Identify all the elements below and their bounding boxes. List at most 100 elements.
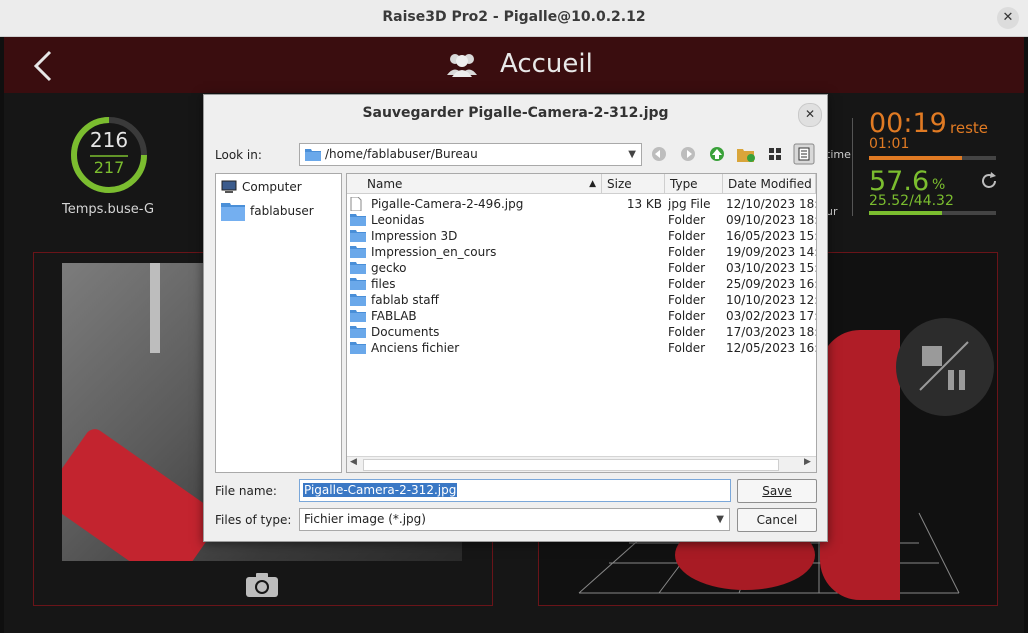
chevron-down-icon: ▼ [716, 514, 724, 525]
place-home-label: fablabuser [250, 204, 314, 218]
new-folder-icon[interactable] [735, 143, 757, 165]
refresh-icon[interactable] [980, 172, 998, 190]
place-home[interactable]: fablabuser [216, 200, 341, 222]
save-button-label: Save [762, 484, 792, 498]
divider [852, 118, 853, 216]
cancel-button[interactable]: Cancel [737, 508, 817, 532]
column-size[interactable]: Size [602, 174, 665, 194]
file-type-cell: Folder [668, 229, 706, 243]
file-row[interactable]: Impression_en_cours Folder 19/09/2023 14: [347, 244, 816, 260]
file-row[interactable]: Anciens fichier Folder 12/05/2023 16: [347, 340, 816, 356]
remaining-label: reste [950, 119, 988, 137]
print-progress-bar [869, 211, 996, 215]
column-name-label: Name [367, 177, 403, 191]
detail-view-icon[interactable] [793, 143, 815, 165]
save-dialog: Sauvegarder Pigalle-Camera-2-312.jpg ✕ L… [203, 94, 828, 542]
parent-directory-icon[interactable] [706, 143, 728, 165]
time-progress-bar [869, 156, 996, 160]
file-type-cell: Folder [668, 245, 706, 259]
folder-icon [305, 149, 321, 161]
file-list: Name ▲ Size Type Date Modified Pigalle-C… [346, 173, 817, 473]
file-name-label: File name: [215, 484, 277, 498]
files-of-type-value: Fichier image (*.jpg) [304, 512, 426, 526]
dialog-close-button[interactable]: ✕ [798, 103, 822, 127]
column-date[interactable]: Date Modified [723, 174, 816, 194]
file-date-cell: 09/10/2023 18: [726, 213, 816, 227]
file-row[interactable]: Leonidas Folder 09/10/2023 18: [347, 212, 816, 228]
places-sidebar: Computer fablabuser [215, 173, 342, 473]
model-preview-shape [820, 330, 900, 600]
file-name-cell: Impression_en_cours [371, 245, 497, 259]
column-name[interactable]: Name ▲ [347, 174, 602, 194]
look-in-path: /home/fablabuser/Bureau [325, 147, 478, 161]
file-date-cell: 03/10/2023 15: [726, 261, 816, 275]
computer-icon [221, 180, 237, 193]
horizontal-scrollbar[interactable]: ◀ ▶ [347, 456, 816, 472]
back-arrow-icon[interactable] [30, 49, 60, 83]
file-name-cell: fablab staff [371, 293, 439, 307]
print-progress-fill [869, 211, 943, 215]
file-type-cell: Folder [668, 261, 706, 275]
file-row[interactable]: gecko Folder 03/10/2023 15: [347, 260, 816, 276]
file-name-cell: Anciens fichier [371, 341, 460, 355]
file-date-cell: 10/10/2023 12: [726, 293, 816, 307]
scroll-right-icon[interactable]: ▶ [804, 457, 811, 467]
dialog-title: Sauvegarder Pigalle-Camera-2-312.jpg [362, 105, 669, 121]
file-row[interactable]: Impression 3D Folder 16/05/2023 15: [347, 228, 816, 244]
look-in-label: Look in: [215, 148, 262, 162]
scroll-left-icon[interactable]: ◀ [350, 457, 357, 467]
file-date-cell: 17/03/2023 18: [726, 325, 816, 339]
file-type-cell: Folder [668, 325, 706, 339]
save-button[interactable]: Save [737, 479, 817, 503]
file-date-cell: 19/09/2023 14: [726, 245, 816, 259]
file-name-value: Pigalle-Camera-2-312.jpg [303, 483, 458, 497]
back-icon[interactable] [648, 143, 670, 165]
nozzle-label: Temps.buse-G [61, 202, 155, 217]
window-close-button[interactable]: ✕ [997, 7, 1019, 29]
file-name-input[interactable]: Pigalle-Camera-2-312.jpg [299, 479, 731, 502]
place-computer-label: Computer [242, 180, 302, 194]
file-name-cell: files [371, 277, 396, 291]
nozzle-target-temp: 217 [93, 158, 125, 177]
file-date-cell: 12/05/2023 16: [726, 341, 816, 355]
list-view-icon[interactable] [764, 143, 786, 165]
file-name-cell: Documents [371, 325, 440, 339]
layer-progress: 25.52/44.32 [869, 193, 954, 209]
elapsed-time: 01:01 [869, 136, 910, 152]
file-type-cell: jpg File [668, 197, 711, 211]
file-row[interactable]: files Folder 25/09/2023 16: [347, 276, 816, 292]
pause-button[interactable] [896, 318, 994, 416]
file-date-cell: 03/02/2023 17: [726, 309, 816, 323]
place-computer[interactable]: Computer [216, 176, 341, 198]
scrollbar-thumb[interactable] [363, 459, 779, 471]
camera-icon[interactable] [245, 571, 279, 598]
file-type-cell: Folder [668, 341, 706, 355]
file-type-cell: Folder [668, 309, 706, 323]
time-remaining: 00:19 [869, 108, 947, 139]
file-date-cell: 16/05/2023 15: [726, 229, 816, 243]
nozzle-current-temp: 216 [89, 128, 129, 152]
look-in-combo[interactable]: /home/fablabuser/Bureau ▼ [299, 143, 642, 166]
file-name-cell: Pigalle-Camera-2-496.jpg [371, 197, 524, 211]
window-title: Raise3D Pro2 - Pigalle@10.0.2.12 [382, 9, 646, 25]
cancel-button-label: Cancel [756, 513, 798, 527]
people-icon [447, 54, 477, 77]
file-date-cell: 25/09/2023 16: [726, 277, 816, 291]
folder-icon [350, 341, 366, 358]
file-row[interactable]: Pigalle-Camera-2-496.jpg 13 KB jpg File 12/… [347, 196, 816, 212]
column-type[interactable]: Type [665, 174, 723, 194]
file-row[interactable]: Documents Folder 17/03/2023 18: [347, 324, 816, 340]
file-row[interactable]: fablab staff Folder 10/10/2023 12: [347, 292, 816, 308]
sort-ascending-icon: ▲ [589, 179, 596, 189]
page-title: Accueil [500, 49, 593, 79]
file-date-cell: 12/10/2023 18: [726, 197, 816, 211]
column-date-label: Date Modified [728, 177, 812, 191]
file-name-cell: Impression 3D [371, 229, 458, 243]
column-type-label: Type [670, 177, 698, 191]
file-row[interactable]: FABLAB Folder 03/02/2023 17: [347, 308, 816, 324]
file-size-cell: 13 KB [626, 197, 662, 211]
files-of-type-select[interactable]: Fichier image (*.jpg) ▼ [299, 508, 730, 531]
home-folder-icon [221, 203, 245, 221]
forward-icon[interactable] [677, 143, 699, 165]
print-percent-unit: % [932, 177, 946, 193]
